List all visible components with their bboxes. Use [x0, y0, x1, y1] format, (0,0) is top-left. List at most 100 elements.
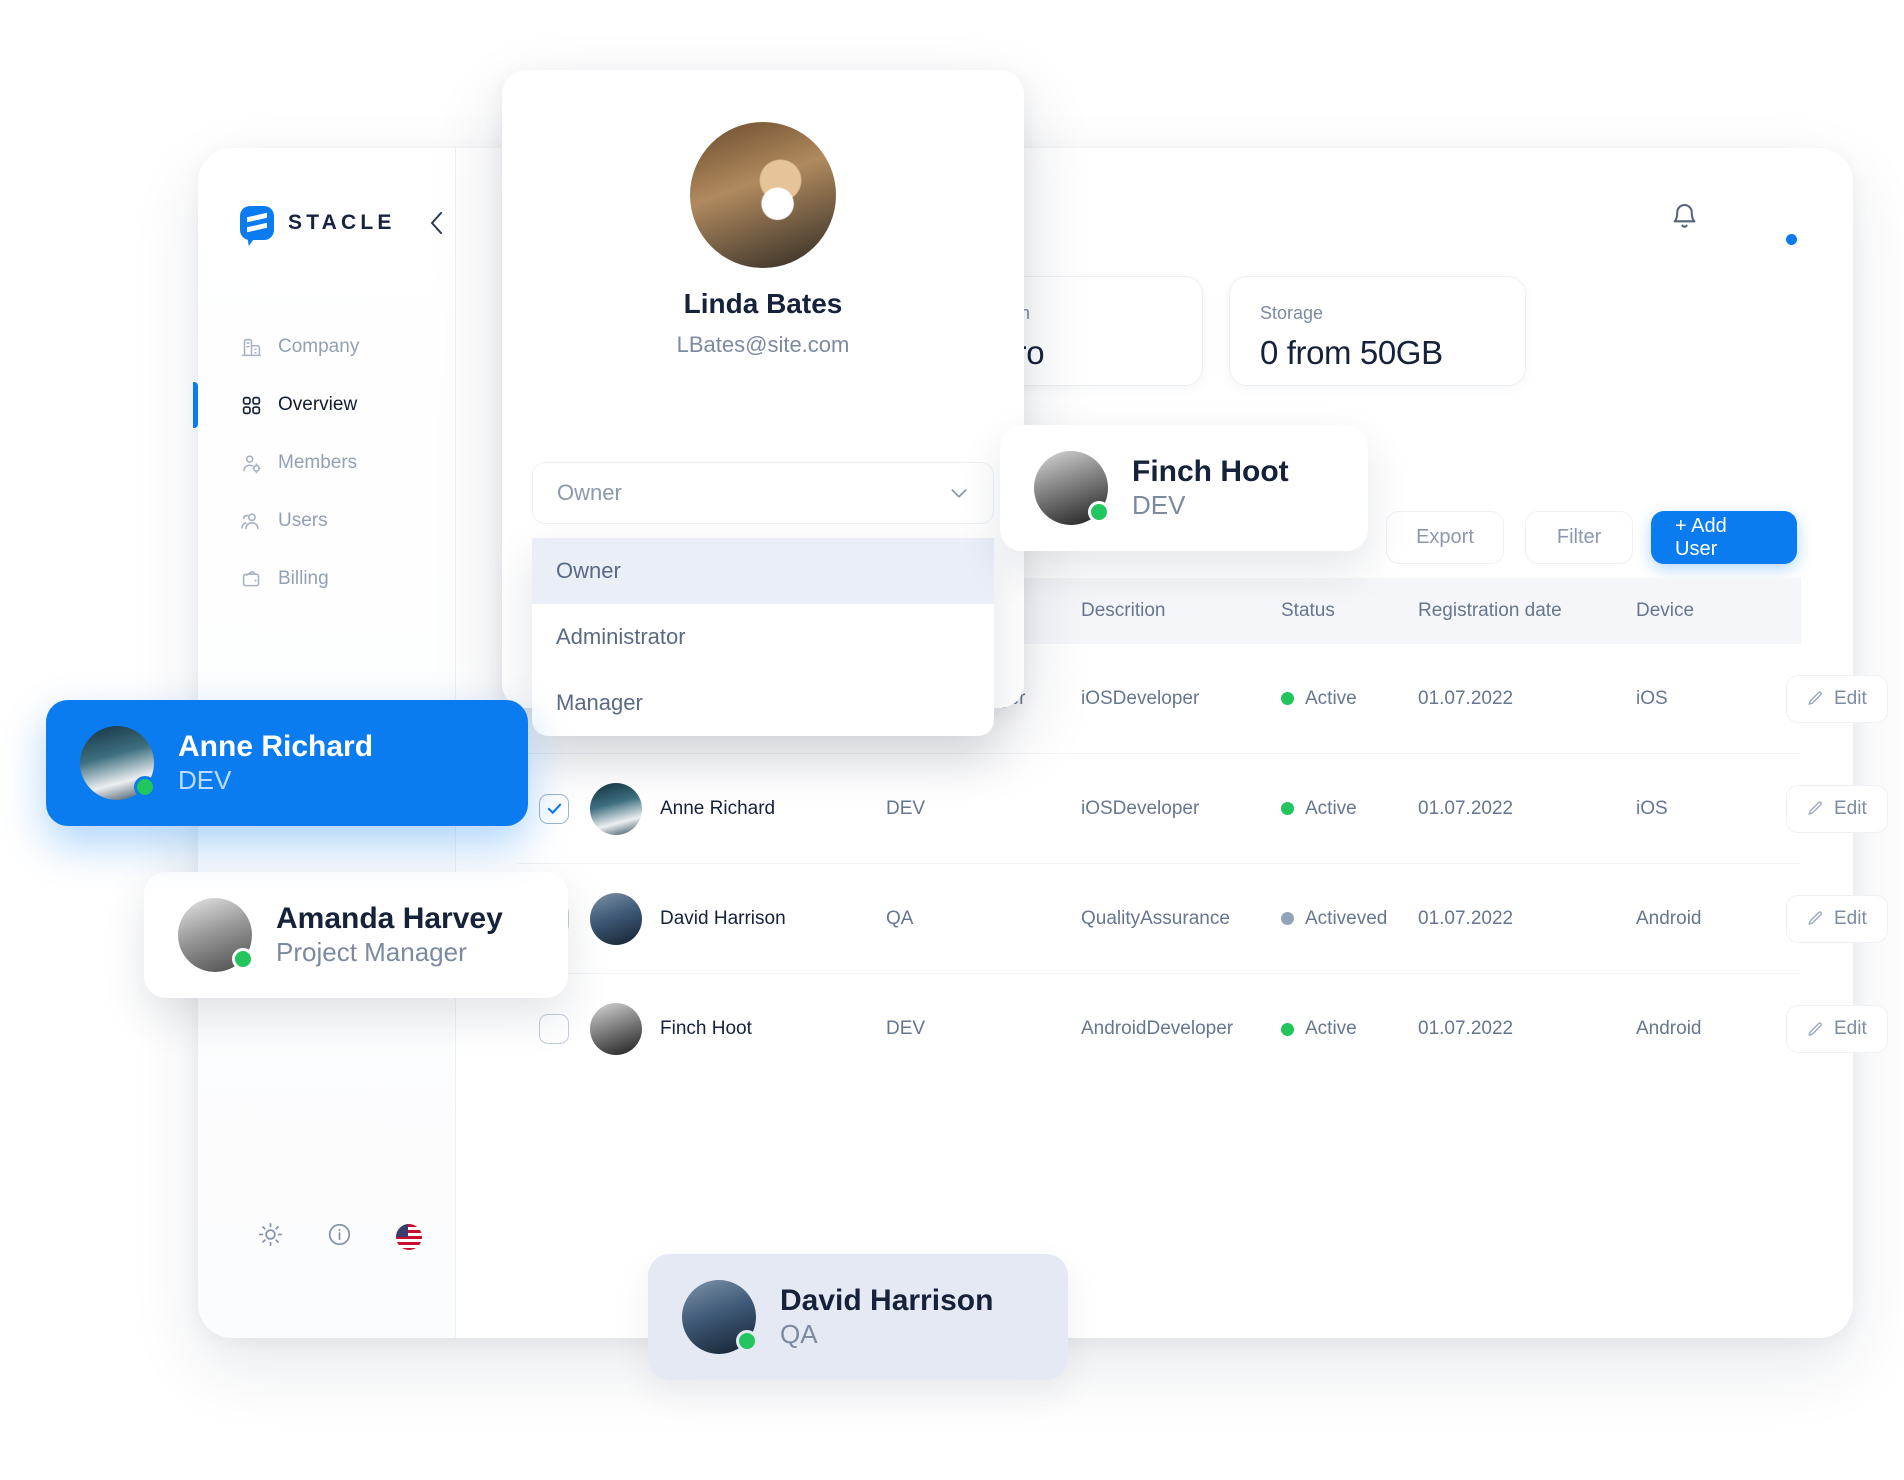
- row-actions: Edit: [1786, 1005, 1888, 1053]
- sidebar-item-company[interactable]: Company: [198, 318, 455, 376]
- edit-label: Edit: [1834, 687, 1867, 709]
- row-role: DEV: [886, 1018, 926, 1039]
- online-status-dot: [736, 1330, 758, 1352]
- stat-label: Storage: [1260, 303, 1324, 323]
- person-name: Finch Hoot: [1132, 454, 1289, 488]
- person-role: DEV: [1132, 490, 1186, 521]
- person-avatar: [1034, 451, 1110, 525]
- row-name: David Harrison: [660, 907, 786, 929]
- sidebar-item-users[interactable]: Users: [198, 492, 455, 550]
- header-descrition: Descrition: [1081, 600, 1166, 621]
- online-status-dot: [134, 776, 156, 798]
- topbar: [1670, 190, 1800, 248]
- row-avatar: [590, 892, 642, 945]
- person-info: Anne Richard DEV: [178, 729, 373, 797]
- row-status: Active: [1281, 688, 1418, 710]
- row-name: Anne Richard: [660, 797, 776, 819]
- chevron-down-icon: [951, 489, 967, 498]
- export-button[interactable]: Export: [1386, 511, 1504, 564]
- person-role: DEV: [178, 765, 232, 796]
- row-status: Active: [1281, 1018, 1418, 1040]
- pencil-icon: [1808, 911, 1822, 925]
- sidebar-item-members[interactable]: Members: [198, 434, 455, 492]
- row-actions: Edit: [1786, 894, 1888, 943]
- info-icon[interactable]: [327, 1222, 352, 1252]
- table-row[interactable]: Finch Hoot DEV AndroidDeveloper Active 0…: [518, 974, 1888, 1084]
- row-registration-date: 01.07.2022: [1418, 1018, 1514, 1039]
- edit-label: Edit: [1834, 1018, 1867, 1039]
- row-status: Activeved: [1281, 908, 1418, 930]
- role-option-administrator[interactable]: Administrator: [532, 604, 994, 670]
- person-info: Finch Hoot DEV: [1132, 454, 1289, 522]
- role-option-owner[interactable]: Owner: [532, 538, 994, 604]
- role-option-manager[interactable]: Manager: [532, 670, 994, 736]
- sidebar-item-billing[interactable]: Billing: [198, 550, 455, 608]
- add-user-button[interactable]: + Add User: [1651, 511, 1797, 564]
- wallet-icon: [240, 568, 262, 590]
- edit-button[interactable]: Edit: [1786, 674, 1888, 723]
- person-info: David Harrison QA: [780, 1283, 993, 1351]
- edit-button[interactable]: Edit: [1786, 894, 1888, 943]
- row-descrition: iOSDeveloper: [1081, 797, 1200, 819]
- row-name-cell: David Harrison: [590, 892, 886, 945]
- edit-button[interactable]: Edit: [1786, 1005, 1888, 1053]
- role-select-value: Owner: [557, 480, 622, 505]
- sidebar-item-label: Billing: [278, 568, 329, 589]
- modal-user-email: LBates@site.com: [676, 332, 850, 357]
- row-registration-date: 01.07.2022: [1418, 797, 1514, 819]
- person-avatar: [80, 726, 156, 800]
- row-checkbox[interactable]: [539, 793, 569, 824]
- person-avatar: [682, 1280, 758, 1354]
- person-name: Anne Richard: [178, 729, 374, 763]
- table-row[interactable]: David Harrison QA QualityAssurance Activ…: [518, 864, 1888, 974]
- row-descrition: QualityAssurance: [1081, 907, 1230, 929]
- person-role: Project Manager: [276, 937, 467, 968]
- bell-icon[interactable]: [1670, 202, 1699, 236]
- us-flag-icon[interactable]: [396, 1224, 422, 1250]
- person-card-amanda-harvey[interactable]: Amanda Harvey Project Manager: [144, 872, 568, 998]
- filter-label: Filter: [1556, 526, 1602, 548]
- sidebar-item-overview[interactable]: Overview: [193, 376, 455, 434]
- sidebar-item-label: Users: [278, 510, 328, 531]
- row-checkbox[interactable]: [539, 1014, 569, 1044]
- edit-button[interactable]: Edit: [1786, 784, 1888, 833]
- chevron-left-icon: [430, 212, 442, 234]
- modal-avatar: [690, 122, 836, 268]
- modal-user-name: Linda Bates: [683, 288, 843, 319]
- header-registration-date: Registration date: [1418, 600, 1562, 621]
- status-dot: [1281, 802, 1294, 815]
- chevron-down-icon: [1611, 537, 1612, 538]
- person-avatar: [178, 898, 254, 972]
- filter-button[interactable]: Filter: [1525, 511, 1633, 564]
- brand-logo: STACLE: [240, 206, 396, 240]
- person-card-anne-richard[interactable]: Anne Richard DEV: [46, 700, 528, 826]
- sidebar-item-label: Members: [278, 452, 358, 473]
- role-modal: Linda Bates LBates@site.com Owner Owner …: [502, 70, 1024, 736]
- status-label: Activeved: [1305, 907, 1388, 929]
- users-icon: [240, 510, 262, 532]
- status-dot: [1281, 1022, 1294, 1036]
- edit-label: Edit: [1834, 907, 1867, 929]
- row-name-cell: Anne Richard: [590, 782, 886, 835]
- person-card-david-harrison[interactable]: David Harrison QA: [648, 1254, 1068, 1380]
- row-checkbox-cell: [518, 1014, 590, 1044]
- person-info: Amanda Harvey Project Manager: [276, 901, 503, 969]
- sidebar-nav: Company Overview Members Users Billing: [193, 318, 455, 608]
- online-status-dot: [232, 948, 254, 970]
- role-select[interactable]: Owner: [532, 462, 994, 524]
- avatar[interactable]: [1741, 190, 1800, 248]
- sidebar-collapse-button[interactable]: [423, 210, 449, 236]
- row-actions: Edit: [1786, 784, 1888, 833]
- pencil-icon: [1808, 1021, 1822, 1036]
- person-card-finch-hoot[interactable]: Finch Hoot DEV: [1000, 425, 1368, 551]
- sidebar-item-label: Overview: [278, 394, 358, 415]
- row-actions: Edit: [1786, 674, 1888, 723]
- stat-value: 0 from 50GB: [1260, 334, 1443, 371]
- header-status: Status: [1281, 600, 1335, 621]
- row-status: Active: [1281, 798, 1418, 820]
- row-descrition: iOSDeveloper: [1081, 687, 1200, 709]
- table-row[interactable]: Anne Richard DEV iOSDeveloper Active 01.…: [518, 754, 1888, 864]
- sun-icon[interactable]: [258, 1222, 283, 1252]
- row-device: iOS: [1636, 797, 1668, 819]
- edit-label: Edit: [1834, 797, 1867, 819]
